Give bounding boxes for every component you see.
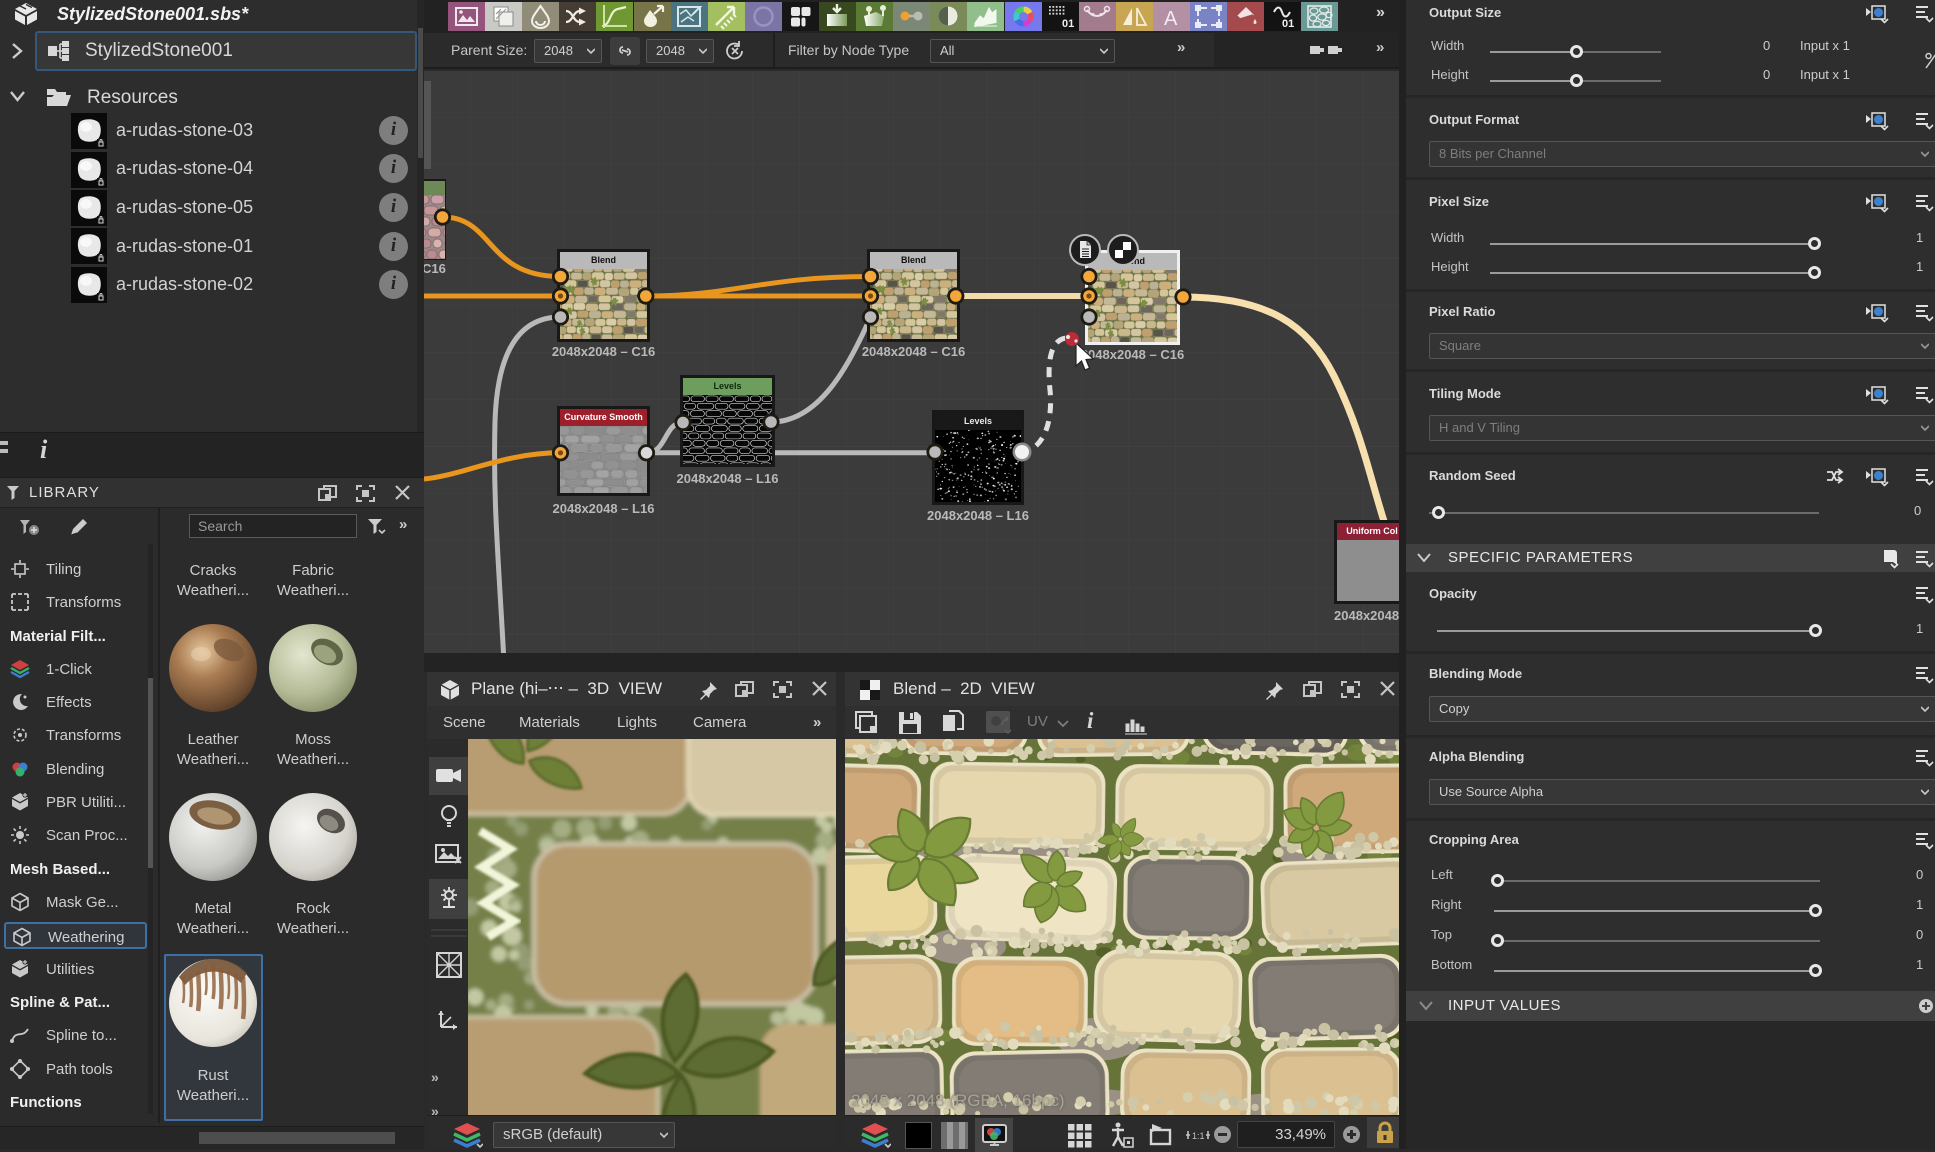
svg-text:A: A [1164, 8, 1178, 30]
svg-text:01: 01 [1062, 18, 1074, 30]
svg-text:1:1: 1:1 [1192, 1131, 1205, 1141]
svg-text:01: 01 [1282, 18, 1294, 30]
